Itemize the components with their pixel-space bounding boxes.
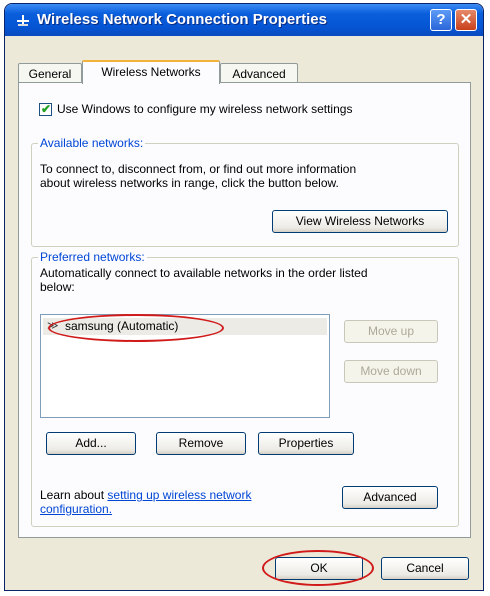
learn-prefix: Learn about bbox=[40, 488, 105, 502]
help-button[interactable]: ? bbox=[430, 9, 452, 31]
preferred-networks-description: Automatically connect to available netwo… bbox=[40, 266, 368, 294]
available-description-line1: To connect to, disconnect from, or find … bbox=[40, 162, 357, 176]
available-networks-title: Available networks: bbox=[38, 136, 146, 150]
network-connection-icon bbox=[17, 15, 29, 26]
cancel-button[interactable]: Cancel bbox=[381, 557, 469, 580]
advanced-button[interactable]: Advanced bbox=[342, 486, 438, 509]
wireless-networks-panel: ✔ Use Windows to configure my wireless n… bbox=[18, 82, 471, 538]
available-networks-group: Available networks: To connect to, disco… bbox=[31, 136, 459, 247]
move-down-button[interactable]: Move down bbox=[344, 360, 438, 383]
tab-wireless-networks[interactable]: Wireless Networks bbox=[82, 60, 220, 84]
add-button[interactable]: Add... bbox=[46, 432, 136, 455]
preferred-networks-title: Preferred networks: bbox=[38, 250, 147, 264]
remove-button[interactable]: Remove bbox=[156, 432, 246, 455]
ok-button[interactable]: OK bbox=[275, 557, 363, 580]
network-name: samsung (Automatic) bbox=[65, 319, 179, 333]
properties-window: Wireless Network Connection Properties ?… bbox=[4, 3, 484, 591]
close-button[interactable]: ✕ bbox=[455, 9, 477, 31]
list-item[interactable]: ≫ samsung (Automatic) bbox=[43, 318, 327, 335]
wireless-network-icon: ≫ bbox=[47, 320, 59, 332]
view-wireless-networks-button[interactable]: View Wireless Networks bbox=[272, 210, 448, 233]
checkmark-icon: ✔ bbox=[41, 102, 52, 116]
learn-link-part1[interactable]: setting up wireless network bbox=[107, 488, 251, 502]
learn-link-part2[interactable]: configuration. bbox=[40, 502, 251, 516]
tab-general[interactable]: General bbox=[18, 63, 82, 83]
window-title: Wireless Network Connection Properties bbox=[37, 11, 327, 28]
properties-button[interactable]: Properties bbox=[258, 432, 354, 455]
preferred-networks-list[interactable]: ≫ samsung (Automatic) bbox=[40, 314, 330, 418]
preferred-networks-group: Preferred networks: Automatically connec… bbox=[31, 250, 459, 527]
move-up-button[interactable]: Move up bbox=[344, 320, 438, 343]
tab-advanced[interactable]: Advanced bbox=[220, 63, 298, 83]
title-bar[interactable]: Wireless Network Connection Properties ?… bbox=[5, 4, 483, 36]
use-windows-checkbox[interactable]: ✔ bbox=[39, 102, 52, 116]
available-description-line2: about wireless networks in range, click … bbox=[40, 176, 339, 190]
preferred-description-line2: below: bbox=[40, 280, 75, 294]
use-windows-label: Use Windows to configure my wireless net… bbox=[57, 102, 353, 116]
preferred-description-line1: Automatically connect to available netwo… bbox=[40, 266, 368, 280]
available-networks-description: To connect to, disconnect from, or find … bbox=[40, 162, 356, 190]
learn-about-text: Learn about setting up wireless network … bbox=[40, 488, 251, 516]
